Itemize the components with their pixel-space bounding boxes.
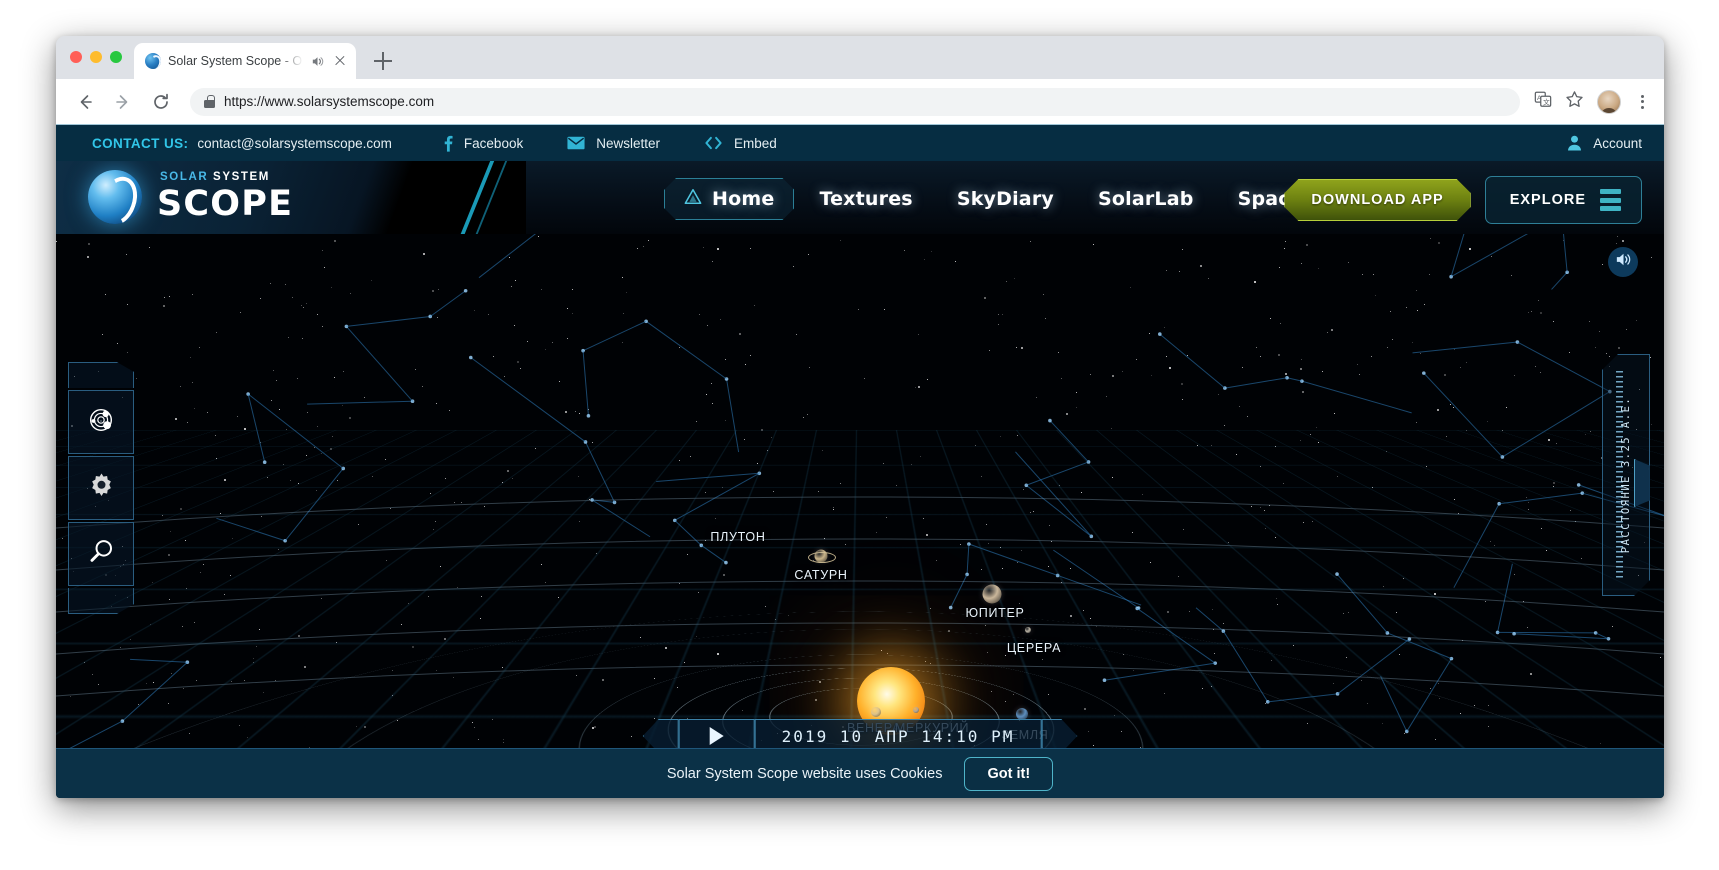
browser-menu-icon[interactable]	[1634, 93, 1650, 111]
nav-item-solarlab[interactable]: SolarLab	[1079, 179, 1213, 219]
header-actions: DOWNLOAD APP EXPLORE	[1284, 176, 1642, 224]
nav-label-solarlab: SolarLab	[1097, 188, 1194, 210]
site-logo[interactable]: SOLAR SYSTEM SCOPE	[88, 170, 293, 224]
minimize-window-button[interactable]	[90, 51, 102, 63]
address-bar-url: https://www.solarsystemscope.com	[224, 94, 435, 109]
reload-button[interactable]	[146, 87, 176, 117]
triangle-home-icon	[684, 188, 702, 210]
nav-item-skydiary[interactable]: SkyDiary	[938, 179, 1073, 219]
social-links: Facebook Newsletter Embed	[444, 135, 777, 152]
tab-close-icon[interactable]	[332, 53, 348, 69]
back-button[interactable]	[70, 87, 100, 117]
explore-label: EXPLORE	[1509, 192, 1586, 208]
address-bar[interactable]: https://www.solarsystemscope.com	[190, 87, 1520, 116]
magnifier-icon	[87, 537, 116, 571]
download-app-button[interactable]: DOWNLOAD APP	[1284, 179, 1470, 221]
new-tab-button[interactable]	[370, 48, 396, 74]
planet-label-3: ЦЕРЕРА	[1006, 641, 1062, 655]
account-link[interactable]: Account	[1567, 135, 1642, 151]
facebook-icon	[444, 135, 453, 152]
planet-label-0: ПЛУТОН	[710, 530, 766, 544]
embed-label: Embed	[734, 135, 777, 151]
maximize-window-button[interactable]	[110, 51, 122, 63]
user-icon	[1567, 135, 1582, 151]
tool-rail-cap-bottom	[68, 588, 134, 614]
saturn-ring	[808, 551, 836, 563]
planet-5[interactable]	[913, 707, 919, 713]
planet-4[interactable]	[871, 707, 881, 717]
embed-link[interactable]: Embed	[704, 136, 777, 151]
logo-main-text: SCOPE	[157, 183, 294, 224]
planet-label-2: ЮПИТЕР	[965, 606, 1025, 620]
profile-avatar[interactable]	[1597, 89, 1621, 114]
nav-label-home: Home	[712, 188, 775, 210]
main-navigation: Home Textures SkyDiary SolarLab Spaceped…	[664, 178, 1382, 220]
distance-slider-label: РАССТОЯНИЕ 3.25 А.Е.	[1620, 396, 1632, 554]
logo-supertitle: SOLAR SYSTEM	[160, 172, 293, 184]
distance-slider[interactable]: РАССТОЯНИЕ 3.25 А.Е.	[1602, 354, 1650, 596]
browser-tab[interactable]: Solar System Scope - Onli	[134, 43, 356, 79]
translate-icon[interactable]: A文	[1534, 90, 1552, 113]
gear-icon	[87, 471, 116, 505]
play-icon	[709, 727, 724, 745]
logo-word-solar: SOLAR	[160, 171, 209, 184]
facebook-label: Facebook	[463, 135, 524, 151]
svg-text:A: A	[1537, 95, 1542, 102]
settings-tool[interactable]	[68, 456, 134, 520]
nav-label-textures: Textures	[819, 188, 913, 210]
contact-bar: CONTACT US: contact@solarsystemscope.com…	[56, 124, 1664, 161]
search-tool[interactable]	[68, 522, 134, 586]
browser-tab-strip: Solar System Scope - Onli	[56, 36, 1664, 79]
web-page: CONTACT US: contact@solarsystemscope.com…	[56, 124, 1664, 798]
planet-2[interactable]	[982, 584, 1002, 604]
solar-system-viewport[interactable]: ПЛУТОНСАТУРНЮПИТЕРЦЕРЕРАВЕНЕРАМЕРКУРИЙЗЕ…	[56, 234, 1664, 761]
lock-icon	[204, 95, 215, 108]
orbits-view-tool[interactable]	[68, 390, 134, 454]
forward-button[interactable]	[108, 87, 138, 117]
close-window-button[interactable]	[70, 51, 82, 63]
nav-item-home[interactable]: Home	[664, 178, 794, 220]
scene-tool-rail	[68, 362, 134, 614]
planet-3[interactable]	[1025, 627, 1031, 633]
nav-item-textures[interactable]: Textures	[800, 179, 931, 219]
logo-word-system: SYSTEM	[213, 171, 270, 184]
planet-label-1: САТУРН	[794, 568, 848, 582]
contact-email-link[interactable]: contact@solarsystemscope.com	[197, 136, 392, 151]
envelope-icon	[567, 136, 585, 150]
favicon-icon	[145, 53, 161, 69]
browser-window: Solar System Scope - Onli https://www.so…	[56, 36, 1664, 798]
tab-title: Solar System Scope - Onli	[168, 54, 303, 68]
planets-orbits-icon	[86, 405, 116, 440]
bookmark-star-icon[interactable]	[1565, 90, 1584, 114]
facebook-link[interactable]: Facebook	[444, 135, 523, 152]
cookie-accept-button[interactable]: Got it!	[964, 756, 1054, 791]
logo-text: SOLAR SYSTEM SCOPE	[157, 172, 293, 222]
cookie-banner-text: Solar System Scope website uses Cookies	[666, 765, 943, 782]
screenshot-root: Solar System Scope - Onli https://www.so…	[0, 0, 1719, 870]
toolbar-actions: A文	[1534, 89, 1650, 114]
nav-label-skydiary: SkyDiary	[956, 188, 1054, 210]
svg-text:文: 文	[1543, 97, 1550, 106]
newsletter-label: Newsletter	[596, 135, 660, 151]
site-header: SOLAR SYSTEM SCOPE Home Textures SkyDiar…	[56, 161, 1664, 234]
account-label: Account	[1593, 135, 1642, 151]
browser-toolbar: https://www.solarsystemscope.com A文	[56, 79, 1664, 124]
window-traffic-lights	[70, 51, 122, 63]
contact-us-label: CONTACT US:	[92, 135, 189, 151]
newsletter-link[interactable]: Newsletter	[567, 136, 660, 151]
tab-audio-icon[interactable]	[310, 54, 325, 69]
logo-orb-icon	[88, 170, 142, 224]
volume-on-icon	[1614, 250, 1633, 274]
cookie-banner: Solar System Scope website uses Cookies …	[56, 748, 1664, 798]
explore-button[interactable]: EXPLORE	[1484, 176, 1642, 224]
tool-rail-cap-top	[68, 362, 134, 388]
volume-toggle-button[interactable]	[1608, 247, 1638, 277]
code-brackets-icon	[704, 136, 723, 150]
hamburger-menu-icon	[1600, 189, 1621, 211]
